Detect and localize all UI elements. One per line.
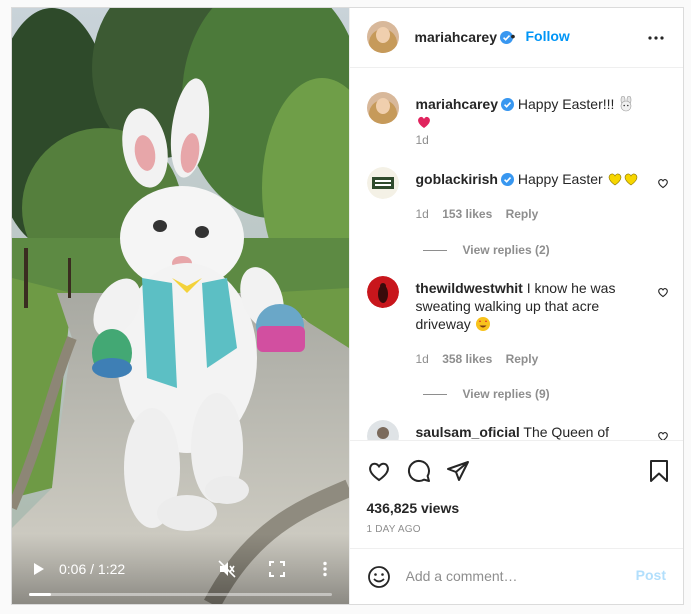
view-replies-label: View replies (2) <box>462 243 550 257</box>
add-comment-bar: Post <box>349 548 683 604</box>
comment-meta: 1d 153 likes Reply <box>416 207 549 221</box>
caption-username[interactable]: mariahcarey <box>416 96 499 112</box>
comment-item: saulsam_oficial The Queen of holidays is… <box>366 420 670 441</box>
fullscreen-icon[interactable] <box>269 561 285 577</box>
comment-likes[interactable]: 153 likes <box>442 207 492 221</box>
comments-list[interactable]: mariahcarey Happy Easter!!! 1d goblackir… <box>349 69 683 441</box>
avatar-image <box>366 420 399 440</box>
verified-icon <box>500 173 514 186</box>
more-icon[interactable] <box>647 35 665 41</box>
post-side-panel: mariahcarey • Follow mariahcarey Happy E… <box>348 8 684 604</box>
more-options-icon[interactable] <box>317 561 333 577</box>
avatar-image <box>366 276 399 308</box>
commenter-avatar[interactable] <box>366 167 399 199</box>
avatar-image <box>366 21 399 53</box>
share-icon[interactable] <box>446 459 470 483</box>
verified-icon <box>501 98 515 111</box>
post-header: mariahcarey • Follow <box>349 8 683 68</box>
post-date[interactable]: 1 DAY AGO <box>367 524 421 535</box>
emoji-icon[interactable] <box>367 565 391 589</box>
comment-item: thewildwestwhit I know he was sweating w… <box>366 276 670 401</box>
commenter-avatar[interactable] <box>366 420 399 440</box>
avatar-image <box>366 92 399 124</box>
yellow-heart-emoji-icon <box>608 173 621 186</box>
follow-button[interactable]: Follow <box>526 28 570 44</box>
view-replies-button[interactable]: View replies (9) <box>416 387 550 401</box>
caption-avatar[interactable] <box>366 92 399 124</box>
comment-likes[interactable]: 358 likes <box>442 352 492 366</box>
rabbit-face-emoji-icon <box>620 96 632 112</box>
reply-button[interactable]: Reply <box>506 207 539 221</box>
video-time: 0:06 / 1:22 <box>59 561 126 577</box>
avatar-image <box>366 167 399 199</box>
view-count[interactable]: 436,825 views <box>367 500 460 516</box>
comment-body: saulsam_oficial The Queen of holidays is… <box>416 423 640 440</box>
comment-item: goblackirish Happy Easter 1d 153 likes R… <box>366 167 670 257</box>
post-comment-button[interactable]: Post <box>636 567 666 583</box>
reply-button[interactable]: Reply <box>506 352 539 366</box>
heart-icon[interactable] <box>367 459 391 483</box>
comment-age: 1d <box>415 207 429 221</box>
video-frame-easter-bunny <box>12 8 349 604</box>
view-replies-button[interactable]: View replies (2) <box>416 243 550 257</box>
commenter-username[interactable]: saulsam_oficial <box>416 424 520 440</box>
comment-body: thewildwestwhit I know he was sweating w… <box>416 279 640 333</box>
commenter-username[interactable]: thewildwestwhit <box>416 280 523 296</box>
comment-body: goblackirish Happy Easter <box>416 170 640 188</box>
comment-age: 1d <box>415 352 429 366</box>
comment-meta: 1d 358 likes Reply <box>416 352 549 366</box>
separator-dot: • <box>510 28 516 44</box>
caption-text: Happy Easter!!! <box>517 96 615 112</box>
instagram-post: 0:06 / 1:22 mariahcarey • Follow mariahc… <box>11 7 684 605</box>
comment-icon[interactable] <box>407 459 431 483</box>
heart-icon[interactable] <box>657 177 669 189</box>
heart-icon[interactable] <box>657 286 669 298</box>
bookmark-icon[interactable] <box>647 459 671 483</box>
author-avatar[interactable] <box>366 21 399 53</box>
comment-text: Happy Easter <box>517 171 603 187</box>
author-username[interactable]: mariahcarey <box>415 29 514 45</box>
view-replies-label: View replies (9) <box>462 387 550 401</box>
author-username-text: mariahcarey <box>414 29 498 45</box>
caption-body: mariahcarey Happy Easter!!! <box>416 95 640 131</box>
divider-line <box>422 250 447 252</box>
mute-icon[interactable] <box>218 560 236 578</box>
video-progress-bar[interactable] <box>29 593 332 596</box>
video-progress-fill <box>29 593 52 596</box>
red-heart-emoji-icon <box>417 116 430 128</box>
yellow-heart-emoji-icon <box>624 173 637 186</box>
caption: mariahcarey Happy Easter!!! 1d <box>366 92 670 152</box>
heart-icon[interactable] <box>657 430 669 441</box>
play-icon[interactable] <box>30 561 46 577</box>
commenter-username[interactable]: goblackirish <box>416 171 498 187</box>
divider-line <box>422 394 447 396</box>
caption-age: 1d <box>415 133 429 147</box>
star-struck-emoji-icon <box>475 317 490 331</box>
commenter-avatar[interactable] <box>366 276 399 308</box>
comment-input[interactable] <box>405 565 626 587</box>
action-bar <box>350 453 684 483</box>
video-player[interactable]: 0:06 / 1:22 <box>12 8 349 604</box>
video-controls: 0:06 / 1:22 <box>12 534 349 604</box>
caption-meta: 1d <box>416 133 439 147</box>
